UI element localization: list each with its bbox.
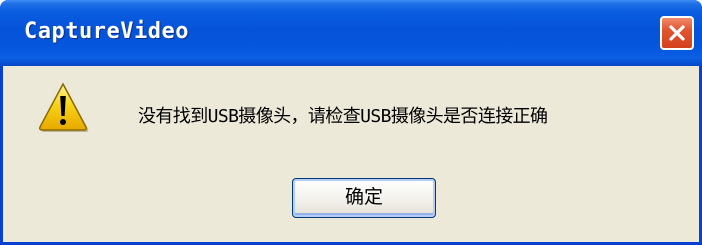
close-button[interactable] [660,16,694,50]
title-bar[interactable]: CaptureVideo [0,0,702,66]
warning-icon [39,82,89,132]
dialog-body: 没有找到USB摄像头，请检查USB摄像头是否连接正确 确定 [3,66,699,242]
close-icon [669,25,685,41]
ok-button[interactable]: 确定 [292,178,436,218]
message-dialog: CaptureVideo 没有找到USB摄像头，请检查USB摄像头是否连接正确 … [0,0,702,245]
dialog-message: 没有找到USB摄像头，请检查USB摄像头是否连接正确 [138,106,548,127]
window-title: CaptureVideo [24,19,189,44]
